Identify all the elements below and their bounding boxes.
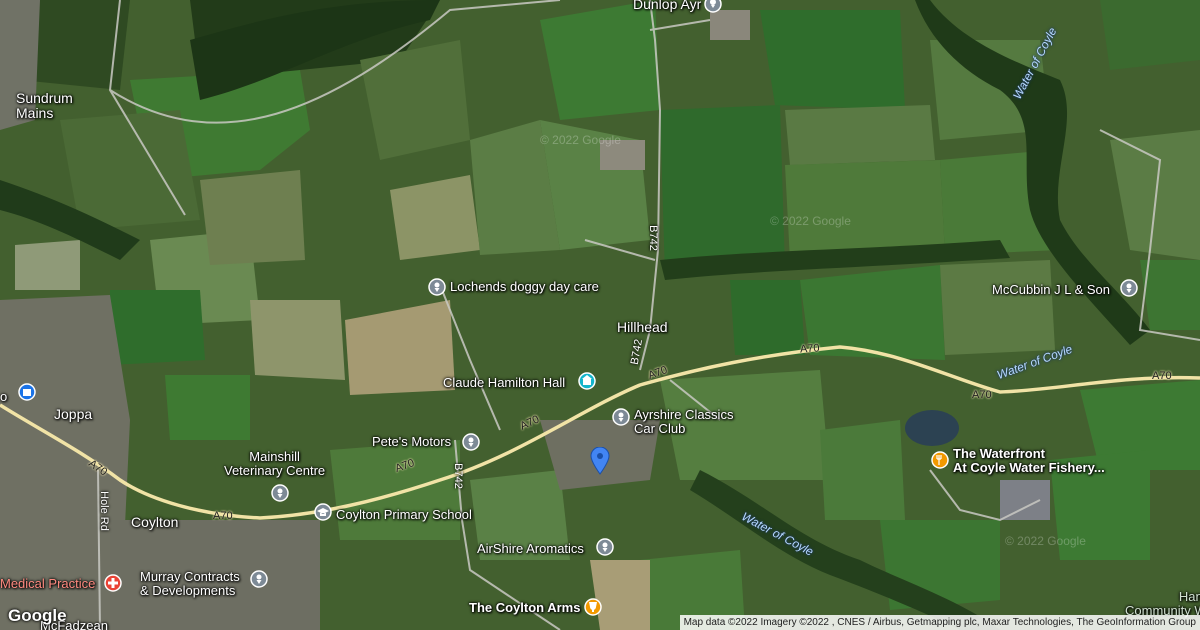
road-label-b742: B742 xyxy=(646,225,659,251)
place-label-sundrum-mains: Sundrum Mains xyxy=(16,91,73,121)
medical-pin-icon[interactable] xyxy=(104,574,122,592)
car-club-pin-icon[interactable] xyxy=(612,408,630,426)
map-view[interactable]: Sundrum Mains Dunlop Ayr Hillhead Joppa … xyxy=(0,0,1200,630)
poi-label-line: The Waterfront xyxy=(953,446,1045,461)
road-label-a70: A70 xyxy=(1152,370,1172,382)
poi-label-coylton-arms[interactable]: The Coylton Arms xyxy=(469,601,580,615)
murray-pin-icon[interactable] xyxy=(250,570,268,588)
place-label-coylton: Coylton xyxy=(131,514,179,530)
poi-label-waterfront[interactable]: The Waterfront At Coyle Water Fishery... xyxy=(953,447,1105,475)
poi-label-line: Veterinary Centre xyxy=(224,463,326,478)
lochends-pin-icon[interactable] xyxy=(428,278,446,296)
road-label-b742: B742 xyxy=(451,463,464,489)
shop-pin-icon[interactable] xyxy=(18,383,36,401)
poi-label-medical-practice[interactable]: Medical Practice xyxy=(0,577,95,591)
poi-label-petes-motors[interactable]: Pete's Motors xyxy=(372,435,451,449)
restaurant-pin-icon[interactable] xyxy=(931,451,949,469)
place-label-hillhead: Hillhead xyxy=(617,319,668,335)
poi-label-line: Murray Contracts xyxy=(140,569,240,584)
pub-pin-icon[interactable] xyxy=(584,598,602,616)
dunlop-pin-icon[interactable] xyxy=(704,0,722,13)
place-label-hannahs-woodland: Hannahs Community Woodl xyxy=(1125,590,1200,618)
place-label-line: Sundrum xyxy=(16,90,73,106)
petes-motors-pin-icon[interactable] xyxy=(462,433,480,451)
hall-pin-icon[interactable] xyxy=(578,372,596,390)
road-label-hole-rd: Hole Rd xyxy=(97,491,110,531)
place-label-line: Mains xyxy=(16,105,54,121)
road-label-a70: A70 xyxy=(213,510,233,522)
poi-label-mccubbin[interactable]: McCubbin J L & Son xyxy=(992,283,1110,297)
poi-label-coylton-primary[interactable]: Coylton Primary School xyxy=(336,508,472,522)
place-label-line: Hannahs xyxy=(1178,589,1200,604)
watermark: © 2022 Google xyxy=(770,214,851,228)
road-label-a70: A70 xyxy=(799,342,820,356)
poi-label-line: Mainshill xyxy=(249,449,300,464)
poi-label-line: At Coyle Water Fishery... xyxy=(953,460,1105,475)
poi-label-murray-contracts[interactable]: Murray Contracts & Developments xyxy=(140,570,240,598)
mccubbin-pin-icon[interactable] xyxy=(1120,279,1138,297)
poi-label-mainshill-vet[interactable]: Mainshill Veterinary Centre xyxy=(224,450,325,478)
poi-label-line: & Developments xyxy=(140,583,236,598)
place-label-joppa: Joppa xyxy=(54,406,93,422)
poi-label-line: Ayrshire Classics xyxy=(634,407,734,422)
place-label-dunlop-ayr: Dunlop Ayr xyxy=(633,0,702,12)
vet-pin-icon[interactable] xyxy=(271,484,289,502)
road-label-a70: A70 xyxy=(972,389,992,401)
poi-label-lochends[interactable]: Lochends doggy day care xyxy=(450,280,599,294)
map-attribution[interactable]: Map data ©2022 Imagery ©2022 , CNES / Ai… xyxy=(679,615,1200,630)
poi-label-line: Car Club xyxy=(634,421,686,436)
place-label-partial: o xyxy=(0,389,8,404)
aromatics-pin-icon[interactable] xyxy=(596,538,614,556)
school-pin-icon[interactable] xyxy=(314,503,332,521)
poi-label-airshire-aromatics[interactable]: AirShire Aromatics xyxy=(477,542,584,556)
poi-label-claude-hamilton-hall[interactable]: Claude Hamilton Hall xyxy=(443,376,565,390)
poi-label-ayrshire-classics[interactable]: Ayrshire Classics Car Club xyxy=(634,408,733,436)
google-logo[interactable]: Google xyxy=(8,606,67,626)
watermark: © 2022 Google xyxy=(540,133,621,147)
watermark: © 2022 Google xyxy=(1005,534,1086,548)
selected-location-marker-icon[interactable] xyxy=(590,447,610,475)
